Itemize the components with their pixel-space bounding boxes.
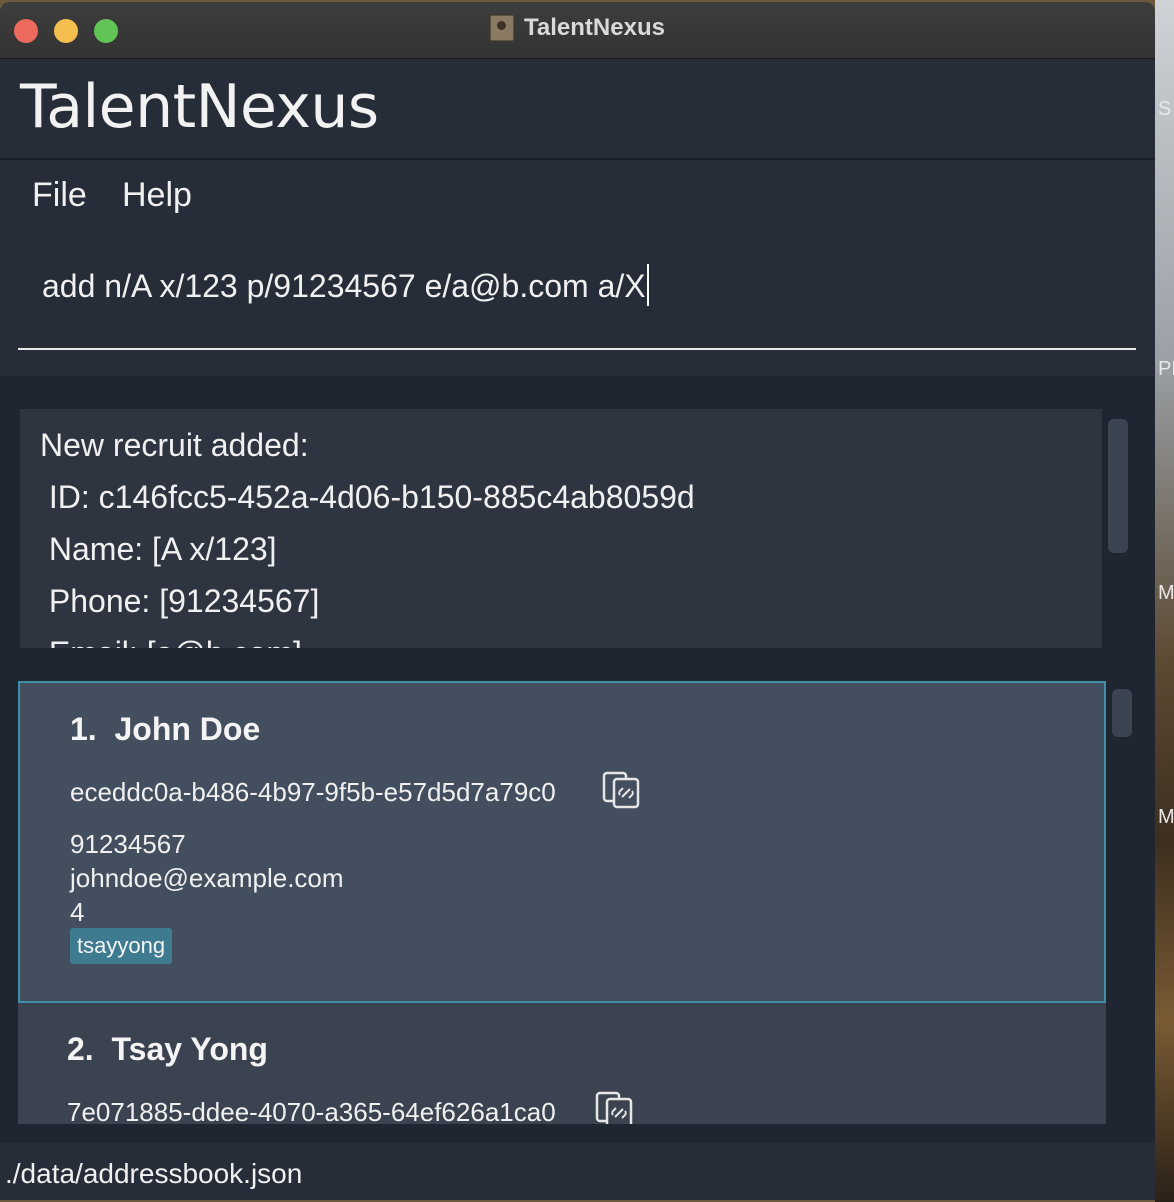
status-bar: ./data/addressbook.json <box>0 1143 1155 1200</box>
result-line: New recruit added: <box>40 427 309 463</box>
menu-help[interactable]: Help <box>122 176 192 215</box>
contacts-app-icon <box>490 15 515 41</box>
result-line: Name: [A x/123] <box>40 531 277 567</box>
menu-file[interactable]: File <box>32 176 87 215</box>
app-name: TalentNexus <box>20 72 379 142</box>
recruit-list[interactable]: 1. John Doe eceddc0a-b486-4b97-9f5b-e57d… <box>18 681 1106 1124</box>
desktop-text-fragment: S <box>1158 98 1172 120</box>
result-display[interactable]: New recruit added: ID: c146fcc5-452a-4d0… <box>20 409 1102 648</box>
copy-link-icon[interactable] <box>602 771 642 809</box>
recruit-name: 2. Tsay Yong <box>67 1031 268 1068</box>
command-input-value: add n/A x/123 p/91234567 e/a@b.com a/X <box>42 268 646 304</box>
desktop-text-fragment: M <box>1158 806 1174 828</box>
result-line: ID: c146fcc5-452a-4d06-b150-885c4ab8059d <box>40 479 695 515</box>
desktop-text-fragment: M <box>1158 582 1174 604</box>
list-scrollbar[interactable] <box>1112 689 1132 737</box>
result-line: Email: [a@b.com] <box>40 635 302 648</box>
window-title: TalentNexus <box>524 14 665 41</box>
recruit-id: eceddc0a-b486-4b97-9f5b-e57d5d7a79c0 <box>70 777 556 807</box>
recruit-name: 1. John Doe <box>70 711 260 748</box>
app-window: TalentNexus TalentNexus File Help add n/… <box>0 2 1155 1200</box>
recruit-card[interactable]: 2. Tsay Yong 7e071885-ddee-4070-a365-64e… <box>18 1005 1106 1124</box>
recruit-card[interactable]: 1. John Doe eceddc0a-b486-4b97-9f5b-e57d… <box>18 681 1106 1003</box>
command-input[interactable]: add n/A x/123 p/91234567 e/a@b.com a/X <box>18 232 1136 350</box>
recruit-id: 7e071885-ddee-4070-a365-64ef626a1ca0 <box>67 1097 556 1124</box>
data-file-path: ./data/addressbook.json <box>5 1158 303 1189</box>
recruit-address: 4 <box>70 897 85 927</box>
menu-and-command-area: File Help add n/A x/123 p/91234567 e/a@b… <box>0 160 1155 376</box>
result-line: Phone: [91234567] <box>40 583 320 619</box>
text-cursor <box>646 264 649 306</box>
copy-link-icon[interactable] <box>595 1091 635 1124</box>
title-bar[interactable]: TalentNexus <box>0 2 1155 59</box>
recruit-index: 1. <box>70 711 97 747</box>
recruit-email: johndoe@example.com <box>70 863 344 893</box>
result-scrollbar[interactable] <box>1108 419 1128 553</box>
recruit-name-text: Tsay Yong <box>111 1031 268 1067</box>
recruit-index: 2. <box>67 1031 94 1067</box>
recruit-phone: 91234567 <box>70 829 186 859</box>
desktop-text-fragment: PM <box>1158 358 1174 380</box>
app-header: TalentNexus <box>0 59 1155 160</box>
recruit-tag: tsayyong <box>70 928 173 964</box>
recruit-name-text: John Doe <box>114 711 261 747</box>
